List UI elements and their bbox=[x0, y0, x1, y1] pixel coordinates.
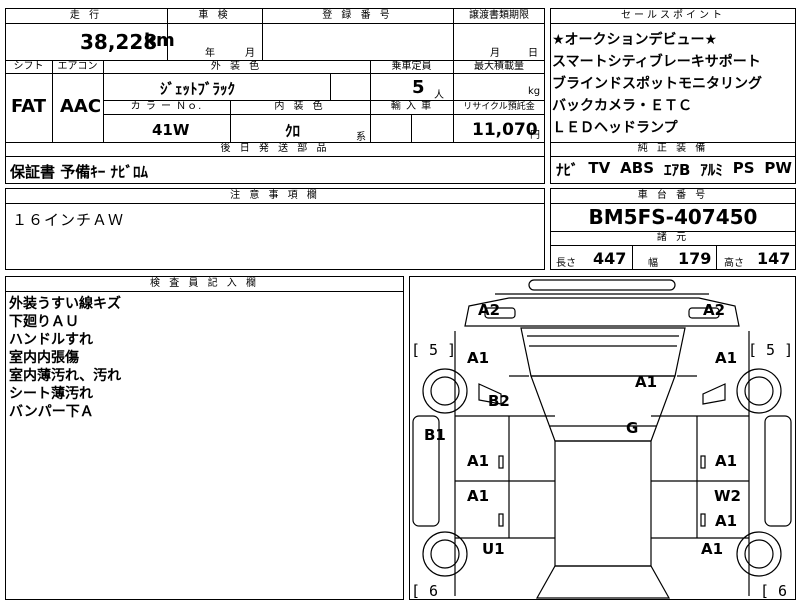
spec-length-value: 447 bbox=[593, 249, 627, 268]
damage-rear-door-right-a: A1 bbox=[715, 512, 738, 530]
equipment-item: PS bbox=[732, 159, 755, 177]
exterior-color-header: 外 装 色 bbox=[210, 61, 263, 72]
damage-sill-left: B1 bbox=[424, 426, 446, 444]
inspector-line: ハンドルすれ bbox=[9, 332, 93, 348]
inspector-header: 検 査 員 記 入 欄 bbox=[150, 278, 259, 289]
aircon-value: AAC bbox=[60, 96, 102, 117]
inspector-line: 下廻りＡＵ bbox=[9, 314, 79, 330]
max-load-unit: kg bbox=[528, 86, 541, 97]
notes-header: 注 意 事 項 欄 bbox=[230, 190, 320, 201]
shaken-month: 月 bbox=[245, 48, 255, 59]
spec-width-value: 179 bbox=[678, 249, 712, 268]
notes-value: １６インチＡＷ bbox=[12, 211, 125, 229]
damage-pillar-left: B2 bbox=[488, 392, 510, 410]
equipment-list: ﾅﾋﾞ TV ABS ｴｱB ｱﾙﾐ PS PW bbox=[556, 159, 792, 180]
recycle-unit: 円 bbox=[530, 130, 540, 141]
later-parts-header: 後 日 発 送 部 品 bbox=[220, 143, 330, 154]
interior-color-header: 内 装 色 bbox=[274, 101, 326, 112]
max-load-header: 最大積載量 bbox=[474, 61, 524, 72]
spec-height-value: 147 bbox=[757, 249, 791, 268]
shift-header: シフト bbox=[13, 61, 44, 72]
chassis-value: BM5FS-407450 bbox=[588, 205, 758, 229]
damage-rear-door-left: A1 bbox=[467, 487, 490, 505]
later-parts-value: 保証書 予備ｷｰ ﾅﾋﾞﾛﾑ bbox=[10, 163, 148, 181]
damage-fender-right: A1 bbox=[715, 349, 738, 367]
damage-rear-fender-right: A1 bbox=[701, 540, 724, 558]
spec-width-label: 幅 bbox=[648, 258, 658, 269]
inspector-lines: 外装うすい線キズ 下廻りＡＵ ハンドルすれ 室内内張傷 室内薄汚れ、汚れ シート… bbox=[9, 295, 121, 421]
damage-roof: G bbox=[626, 419, 639, 437]
recycle-value: 11,070 bbox=[472, 120, 538, 140]
bracket-right-top: [ 5 ] bbox=[748, 341, 794, 359]
equipment-item: ｱﾙﾐ bbox=[700, 161, 723, 179]
shift-value: FAT bbox=[11, 96, 47, 117]
transfer-day: 日 bbox=[528, 48, 538, 59]
import-header: 輸 入 車 bbox=[390, 101, 433, 112]
equipment-item: TV bbox=[588, 159, 611, 177]
damage-rear-fender-left: U1 bbox=[482, 540, 505, 558]
sales-point-item: ブラインドスポットモニタリング bbox=[552, 76, 762, 92]
sales-point-item: スマートシティブレーキサポート bbox=[552, 54, 761, 70]
recycle-header: リサイクル預託金 bbox=[463, 102, 535, 112]
chassis-header: 車 台 番 号 bbox=[637, 190, 709, 201]
inspector-line: 室内薄汚れ、汚れ bbox=[9, 368, 122, 384]
shaken-header: 車 検 bbox=[198, 10, 231, 21]
inspector-line: バンパー下Ａ bbox=[9, 404, 94, 420]
damage-fender-left: A1 bbox=[467, 349, 490, 367]
transfer-deadline-header: 譲渡書類期限 bbox=[469, 10, 529, 21]
color-no-value: 41W bbox=[152, 121, 190, 139]
aircon-header: エアコン bbox=[57, 61, 98, 72]
exterior-color-value: ｼﾞｪｯﾄﾌﾞﾗｯｸ bbox=[160, 80, 236, 98]
damage-rear-door-right-w: W2 bbox=[714, 487, 741, 505]
mileage-unit: km bbox=[144, 30, 175, 51]
spec-height-label: 高さ bbox=[724, 258, 744, 269]
equipment-item: ﾅﾋﾞ bbox=[556, 161, 579, 179]
sales-point-item: ★オークションデビュー★ bbox=[552, 32, 718, 48]
car-diagram bbox=[412, 279, 792, 599]
interior-color-value: ｸﾛ bbox=[285, 122, 301, 140]
bracket-left-bottom: [ 6 bbox=[411, 582, 439, 600]
mileage-header: 走 行 bbox=[69, 10, 103, 21]
sales-point-item: バックカメラ・ＥＴＣ bbox=[552, 98, 692, 114]
shaken-year: 年 bbox=[205, 48, 215, 59]
inspector-line: 室内内張傷 bbox=[9, 350, 79, 366]
inspector-line: シート薄汚れ bbox=[9, 386, 93, 402]
damage-hood: A1 bbox=[635, 373, 658, 391]
spec-length-label: 長さ bbox=[556, 258, 576, 269]
capacity-header: 乗車定員 bbox=[391, 61, 432, 72]
damage-front-right: A2 bbox=[703, 301, 726, 319]
equipment-header: 純 正 装 備 bbox=[637, 143, 709, 154]
interior-color-suffix: 系 bbox=[356, 132, 366, 143]
damage-front-door-right: A1 bbox=[715, 452, 738, 470]
bracket-left-top: [ 5 ] bbox=[411, 341, 457, 359]
equipment-item: PW bbox=[764, 159, 792, 177]
registration-header: 登 録 番 号 bbox=[322, 10, 393, 21]
color-no-header: カ ラ ー Ｎｏ. bbox=[130, 101, 203, 112]
equipment-item: ABS bbox=[620, 159, 655, 177]
sales-points-list: ★オークションデビュー★ スマートシティブレーキサポート ブラインドスポットモニ… bbox=[552, 29, 762, 139]
capacity-unit: 人 bbox=[434, 90, 444, 101]
specs-header: 諸 元 bbox=[656, 232, 690, 243]
transfer-month: 月 bbox=[490, 48, 500, 59]
bracket-right-bottom: [ 6 bbox=[760, 582, 788, 600]
sales-points-header: セールスポイント bbox=[621, 10, 725, 21]
inspector-line: 外装うすい線キズ bbox=[9, 296, 121, 312]
damage-front-door-left: A1 bbox=[467, 452, 490, 470]
capacity-value: 5 bbox=[412, 77, 425, 98]
sales-point-item: ＬＥＤヘッドランプ bbox=[552, 120, 678, 136]
equipment-item: ｴｱB bbox=[663, 161, 691, 179]
damage-front-left: A2 bbox=[478, 301, 501, 319]
